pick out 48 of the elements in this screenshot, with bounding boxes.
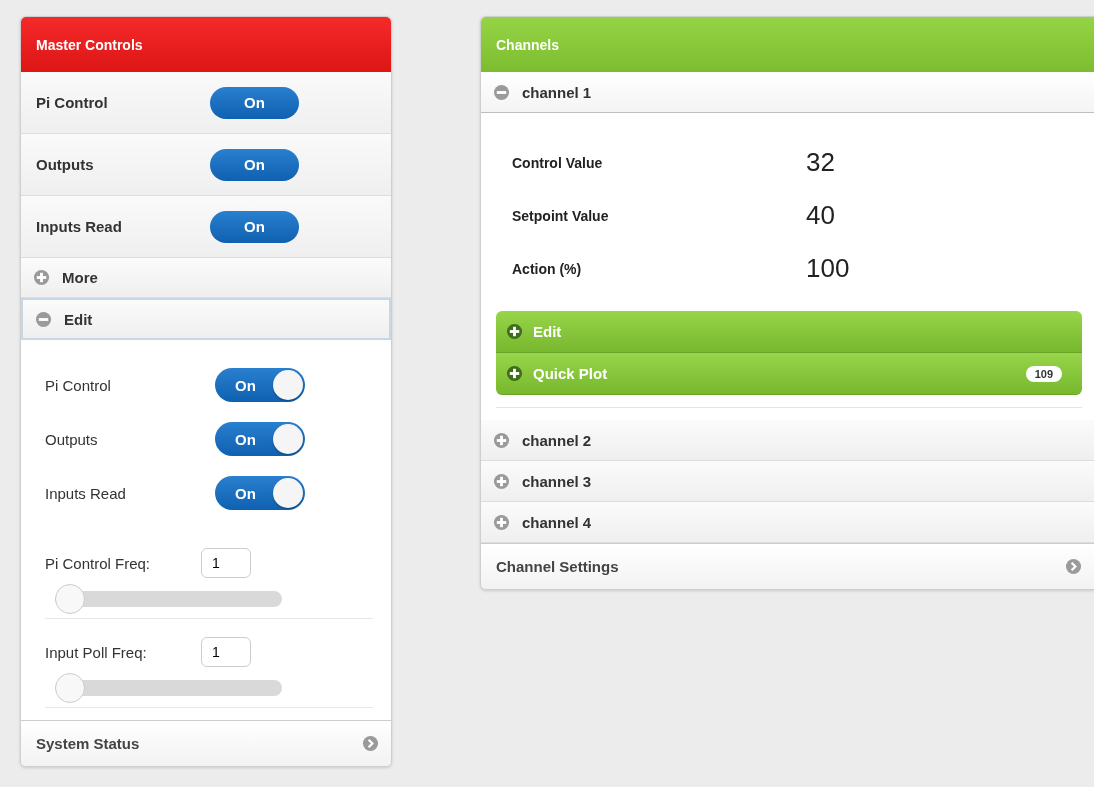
slider-thumb[interactable] <box>55 673 85 703</box>
reading-label: Control Value <box>512 154 604 171</box>
slider[interactable] <box>55 584 282 614</box>
channel-header[interactable]: channel 4 <box>481 502 1094 543</box>
system-status-link[interactable]: System Status <box>21 720 391 766</box>
switch-label: Pi Control <box>45 376 112 394</box>
slider[interactable] <box>55 673 282 703</box>
number-field[interactable]: 1 <box>201 548 251 578</box>
flip-switch[interactable]: On <box>215 422 305 456</box>
panel-title: Channels <box>496 36 559 53</box>
reading-label: Action (%) <box>512 260 583 277</box>
reading-label: Setpoint Value <box>512 207 610 224</box>
plus-icon <box>506 365 523 382</box>
channel-header[interactable]: channel 1 <box>481 72 1094 113</box>
control-label: Inputs Read <box>36 218 123 235</box>
slider-thumb[interactable] <box>55 584 85 614</box>
plus-icon <box>493 513 510 531</box>
channel-settings-link[interactable]: Channel Settings <box>481 543 1094 589</box>
toggle-button[interactable]: On <box>210 210 299 243</box>
flip-switch[interactable]: On <box>215 368 305 402</box>
field-label: Input Poll Freq: <box>45 643 148 661</box>
count-badge: 109 <box>1025 365 1062 382</box>
switch-label: Inputs Read <box>45 484 127 502</box>
toggle-button[interactable]: On <box>210 148 299 181</box>
reading-value: 100 <box>806 253 850 284</box>
flip-switch[interactable]: On <box>215 476 305 510</box>
chevron-right-icon <box>362 735 379 752</box>
minus-icon <box>493 83 510 101</box>
collapsible-header[interactable]: Quick Plot 109 <box>496 353 1082 395</box>
reading-value: 32 <box>806 147 835 178</box>
panel-title: Master Controls <box>36 36 143 53</box>
plus-icon <box>506 323 523 340</box>
switch-label: Outputs <box>45 430 99 448</box>
chevron-right-icon <box>1065 558 1082 575</box>
collapsible-header[interactable]: Edit <box>21 298 391 340</box>
plus-icon <box>493 472 510 490</box>
collapsible-header[interactable]: More <box>21 258 391 298</box>
channel-header[interactable]: channel 3 <box>481 461 1094 502</box>
channel-header[interactable]: channel 2 <box>481 420 1094 461</box>
toggle-button[interactable]: On <box>210 86 299 119</box>
minus-icon <box>35 310 52 328</box>
control-label: Pi Control <box>36 94 109 111</box>
number-field[interactable]: 1 <box>201 637 251 667</box>
plus-icon <box>33 269 50 286</box>
plus-icon <box>493 431 510 449</box>
field-label: Pi Control Freq: <box>45 554 152 572</box>
control-label: Outputs <box>36 156 95 173</box>
reading-value: 40 <box>806 200 835 231</box>
